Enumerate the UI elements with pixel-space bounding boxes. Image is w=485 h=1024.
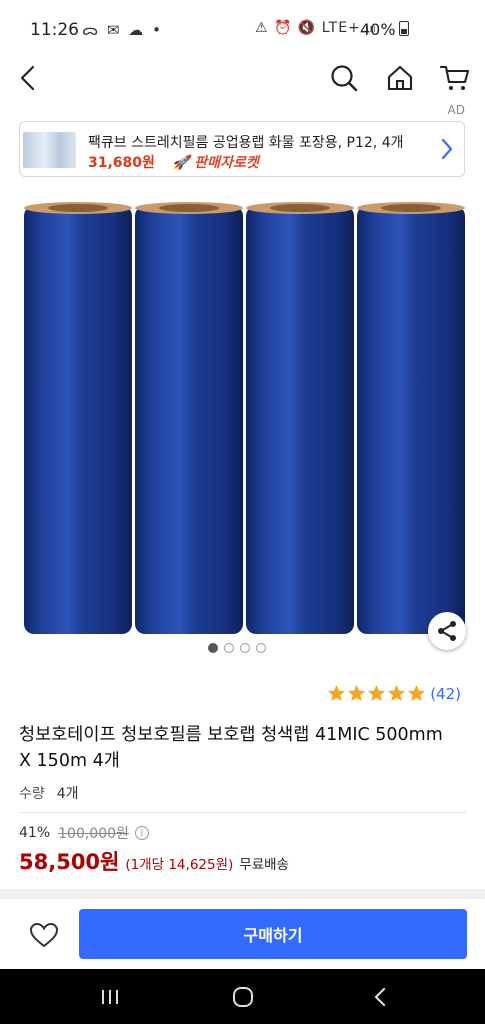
battery-icon [398, 21, 409, 36]
wishlist-button[interactable] [24, 918, 64, 952]
home-icon[interactable] [383, 60, 417, 96]
seller-rocket-badge: 🚀 판매자로켓 [172, 155, 259, 171]
star-icon [328, 684, 346, 702]
price-row: 58,500원 (1개당 14,625원) 무료배송 [19, 846, 289, 876]
system-nav-bar [0, 969, 485, 1024]
info-icon[interactable]: i [134, 826, 149, 840]
back-chevron-icon[interactable] [350, 969, 410, 1024]
ad-label: AD [447, 103, 465, 117]
sale-price: 58,500원 [19, 850, 120, 874]
discount-row: 41% 100,000원 i [19, 823, 149, 843]
star-icon [388, 684, 406, 702]
recent-apps-icon[interactable] [80, 969, 140, 1024]
battery-indicator: 40% [360, 20, 409, 39]
star-icon [368, 684, 386, 702]
share-icon [438, 621, 456, 641]
cart-icon[interactable] [438, 60, 472, 96]
pager-dot[interactable] [256, 643, 266, 653]
system-status-icons: ⚠ ⏰ 🔇 LTE+ ᵢₗₗ [255, 20, 377, 36]
star-icon [408, 684, 426, 702]
buy-button[interactable]: 구매하기 [79, 909, 467, 959]
status-time: 11:26 [30, 20, 79, 40]
quantity-value: 4개 [56, 786, 79, 802]
battery-percent: 40% [360, 20, 396, 39]
roll-1 [24, 202, 132, 634]
product-rating[interactable]: (42) [326, 684, 461, 703]
review-count[interactable]: (42) [430, 685, 461, 703]
search-icon[interactable] [327, 60, 361, 96]
original-price: 100,000원 [58, 826, 129, 842]
pager-dot[interactable] [208, 643, 218, 653]
image-pager[interactable] [208, 643, 266, 653]
ad-thumbnail[interactable] [23, 132, 76, 168]
roll-2 [135, 202, 243, 634]
chevron-right-icon[interactable] [440, 137, 454, 165]
divider [19, 812, 466, 813]
status-bar: 11:26 ᯅ ✉ ☁ • ⚠ ⏰ 🔇 LTE+ ᵢₗₗ 40% [0, 0, 485, 60]
home-circle-icon[interactable] [213, 969, 273, 1024]
unit-price: (1개당 14,625원) [125, 857, 234, 873]
roll-4 [357, 202, 465, 634]
roll-3 [246, 202, 354, 634]
shipping-info: 무료배송 [239, 857, 289, 873]
back-arrow-icon[interactable] [12, 60, 42, 96]
discount-rate: 41% [19, 825, 51, 841]
notification-icons: ᯅ ✉ ☁ • [82, 21, 163, 39]
pager-dot[interactable] [240, 643, 250, 653]
quantity-row: 수량 4개 [19, 783, 79, 803]
quantity-label: 수량 [19, 786, 45, 802]
ad-title[interactable]: 팩큐브 스트레치필름 공업용랩 화물 포장용, P12, 4개 [88, 132, 404, 152]
pager-dot[interactable] [224, 643, 234, 653]
section-separator [0, 889, 485, 899]
heart-outline-icon [29, 922, 59, 948]
ad-price: 31,680원 [88, 155, 155, 171]
star-icon [348, 684, 366, 702]
film-rolls-illustration [24, 202, 465, 634]
ad-banner[interactable]: 팩큐브 스트레치필름 공업용랩 화물 포장용, P12, 4개 31,680원 … [19, 121, 465, 177]
product-image[interactable] [0, 196, 485, 644]
share-button[interactable] [428, 612, 466, 650]
product-title: 청보호테이프 청보호필름 보호랩 청색랩 41MIC 500mm X 150m … [19, 725, 443, 771]
